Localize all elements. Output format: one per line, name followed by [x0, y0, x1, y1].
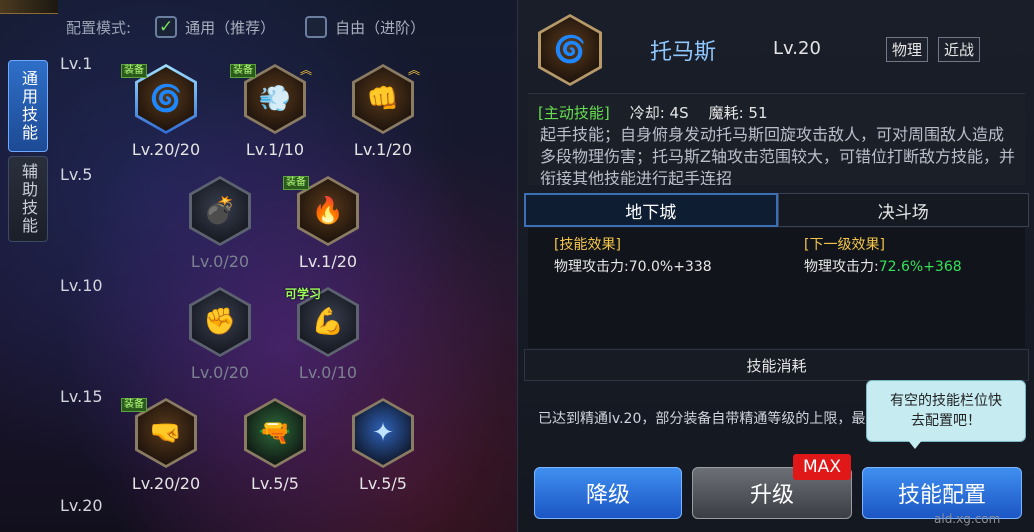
rank-chevron-icon: ︽ — [407, 63, 420, 77]
watermark: ald.xg.com — [934, 512, 1001, 526]
skill-slot[interactable]: 💪 可学习 Lv.0/10 — [283, 287, 373, 397]
skill-level: Lv.1/10 — [245, 140, 305, 159]
next-effect-title: [下一级效果] — [804, 237, 885, 253]
skill-slot[interactable]: ✊ Lv.0/20 — [175, 287, 265, 397]
level-row-label: Lv.1 — [60, 54, 93, 73]
current-effect-title: [技能效果] — [554, 237, 621, 253]
skill-level-value: Lv.20 — [773, 38, 821, 59]
skill-cost-header: 技能消耗 — [524, 349, 1029, 381]
skill-name: 托马斯 — [650, 40, 717, 65]
skill-category-tabs: 通用技能 辅助技能 — [8, 60, 50, 242]
active-skill-tag: [主动技能] — [538, 104, 610, 122]
learnable-badge: 可学习 — [285, 287, 322, 301]
next-effect-label: 物理攻击力: — [804, 259, 879, 275]
skill-level: Lv.0/20 — [190, 363, 250, 382]
config-hint-tooltip: 有空的技能栏位快 去配置吧！ — [866, 380, 1026, 449]
skill-tree-panel: 配置模式: ✓ 通用（推荐） 自由（进阶） 通用技能 辅助技能 Lv.1 Lv.… — [0, 0, 517, 532]
equip-badge: 装备 — [230, 64, 256, 78]
skill-slot[interactable]: 💣 Lv.0/20 — [175, 176, 265, 286]
shuriken-icon[interactable]: ✦ — [352, 398, 414, 468]
skill-description: 起手技能；自身俯身发动托马斯回旋攻击敌人，可对周围敌人造成多段物理伤害；托马斯Z… — [540, 125, 1015, 185]
config-option-free[interactable]: 自由（进阶） — [305, 16, 425, 38]
skill-level: Lv.0/20 — [190, 252, 250, 271]
level-row-label: Lv.20 — [60, 496, 103, 515]
config-mode-label: 配置模式: — [66, 18, 132, 37]
skill-level: Lv.0/10 — [298, 363, 358, 382]
config-option-general[interactable]: ✓ 通用（推荐） — [155, 16, 275, 38]
skill-level: Lv.5/5 — [251, 474, 299, 493]
config-mode-row: 配置模式: ✓ 通用（推荐） 自由（进阶） — [66, 16, 455, 38]
skill-slot[interactable]: ✦ Lv.5/5 — [338, 398, 428, 508]
skill-slot[interactable]: 👊 ︽ Lv.1/20 — [338, 64, 428, 174]
cooldown-text: 冷却: 4S — [629, 104, 689, 122]
mana-cost-text: 魔耗: 51 — [708, 104, 768, 122]
check-icon[interactable]: ✓ — [155, 16, 178, 38]
selected-skill-icon: 🌀 — [538, 14, 602, 86]
downgrade-button[interactable]: 降级 — [534, 467, 682, 519]
whirl-icon: 🌀 — [538, 14, 602, 86]
skill-slot[interactable]: 🌀 装备 Lv.20/20 — [121, 64, 211, 174]
equip-badge: 装备 — [121, 64, 147, 78]
tooltip-line: 去配置吧！ — [911, 413, 981, 429]
skill-effects: [技能效果] 物理攻击力:70.0%+338 [下一级效果] 物理攻击力:72.… — [528, 228, 1025, 348]
skill-slot[interactable]: 💨 装备 ︽ Lv.1/10 — [230, 64, 320, 174]
skill-level: Lv.5/5 — [359, 474, 407, 493]
tooltip-line: 有空的技能栏位快 — [890, 393, 1002, 409]
level-row-label: Lv.15 — [60, 387, 103, 406]
skill-detail-panel: 🌀 托马斯 Lv.20 物理 近战 [主动技能] 冷却: 4S 魔耗: 51 起… — [517, 0, 1034, 532]
next-effect: [下一级效果] 物理攻击力:72.6%+368 — [804, 234, 962, 278]
current-effect: [技能效果] 物理攻击力:70.0%+338 — [554, 234, 712, 278]
skill-detail-header: 🌀 托马斯 Lv.20 物理 近战 — [518, 0, 1034, 92]
mode-tabs: 地下城 决斗场 — [524, 193, 1029, 227]
config-option-general-label: 通用（推荐） — [185, 18, 276, 37]
range-type-tag: 近战 — [938, 37, 981, 62]
level-row-label: Lv.10 — [60, 276, 103, 295]
rank-chevron-icon: ︽ — [299, 63, 312, 77]
skill-level: Lv.20/20 — [131, 474, 201, 493]
tab-dungeon[interactable]: 地下城 — [524, 193, 778, 227]
skill-description-box[interactable]: [主动技能] 冷却: 4S 魔耗: 51 起手技能；自身俯身发动托马斯回旋攻击敌… — [528, 93, 1025, 185]
skill-slot[interactable]: 🤜 装备 Lv.20/20 — [121, 398, 211, 508]
checkbox-empty-icon[interactable] — [305, 16, 328, 38]
current-effect-value: 物理攻击力:70.0%+338 — [554, 259, 712, 275]
punch-icon[interactable]: 👊 — [352, 64, 414, 134]
tab-support-skills[interactable]: 辅助技能 — [8, 156, 48, 242]
grab-icon[interactable]: ✊ — [189, 287, 251, 357]
revolver-icon[interactable]: 🔫 — [244, 398, 306, 468]
tab-general-skills[interactable]: 通用技能 — [8, 60, 48, 152]
tab-arena[interactable]: 决斗场 — [777, 193, 1029, 227]
skill-slot[interactable]: 🔫 Lv.5/5 — [230, 398, 320, 508]
skill-level: Lv.1/20 — [353, 140, 413, 159]
damage-type-tag: 物理 — [886, 37, 929, 62]
equip-badge: 装备 — [283, 176, 309, 190]
max-badge: MAX — [793, 454, 851, 480]
skill-meta: [主动技能] 冷却: 4S 魔耗: 51 — [538, 102, 768, 123]
level-row-label: Lv.5 — [60, 165, 93, 184]
config-option-free-label: 自由（进阶） — [335, 18, 426, 37]
skill-level: Lv.1/20 — [298, 252, 358, 271]
equip-badge: 装备 — [121, 398, 147, 412]
corner-decoration — [0, 0, 58, 14]
grenade-icon[interactable]: 💣 — [189, 176, 251, 246]
skill-level: Lv.20/20 — [131, 140, 201, 159]
next-effect-value: 72.6%+368 — [878, 259, 962, 275]
skill-slot[interactable]: 🔥 装备 Lv.1/20 — [283, 176, 373, 286]
